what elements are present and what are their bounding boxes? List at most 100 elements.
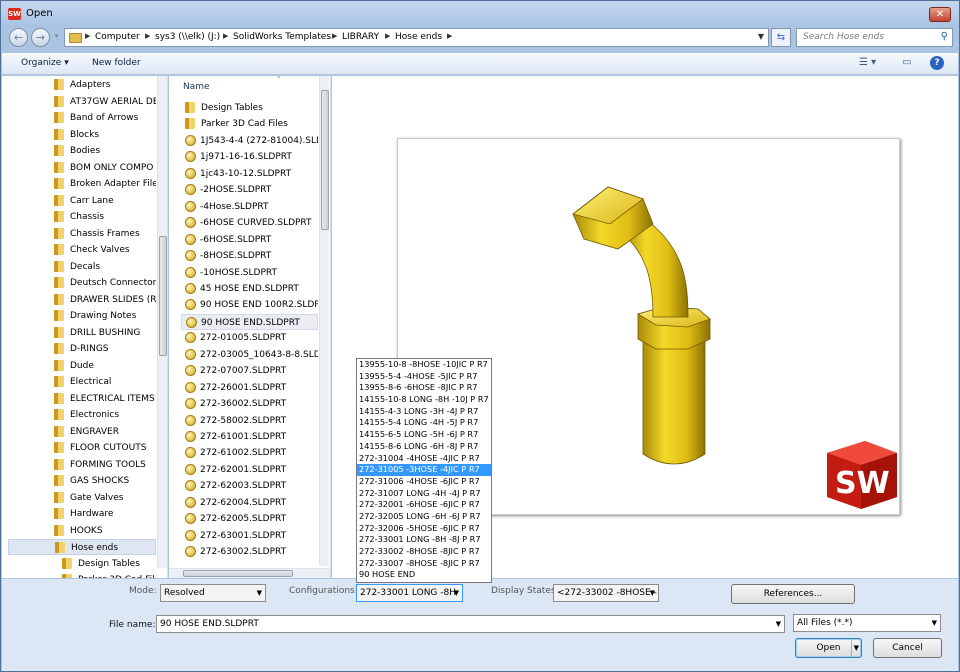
folder-tree-item[interactable]: Chassis Frames [54, 226, 156, 242]
file-list-item[interactable]: 45 HOSE END.SLDPRT [181, 281, 318, 297]
configuration-option[interactable]: 90 HOSE END [357, 569, 491, 581]
file-list-item[interactable]: -6HOSE CURVED.SLDPRT [181, 215, 318, 231]
folder-tree-item[interactable]: Electronics [54, 407, 156, 423]
chevron-right-icon[interactable]: ▶ [332, 32, 337, 40]
folder-tree-item[interactable]: Check Valves [54, 242, 156, 258]
breadcrumb-library[interactable]: LIBRARY [342, 32, 379, 42]
refresh-icon[interactable]: ⇆ [771, 28, 791, 47]
chevron-right-icon[interactable]: ▶ [223, 32, 228, 40]
folder-tree-item[interactable]: FLOOR CUTOUTS [54, 440, 156, 456]
open-button[interactable]: Open ▼ [795, 638, 862, 658]
file-list-item[interactable]: 272-63002.SLDPRT [181, 544, 318, 560]
chevron-right-icon[interactable]: ▶ [385, 32, 390, 40]
mode-select[interactable]: Resolved ▼ [160, 584, 266, 602]
file-list-item[interactable]: -4Hose.SLDPRT [181, 199, 318, 215]
file-list-item[interactable]: -8HOSE.SLDPRT [181, 248, 318, 264]
file-list-item[interactable]: -2HOSE.SLDPRT [181, 182, 318, 198]
configuration-option[interactable]: 272-33002 -8HOSE -8JIC P R7 [357, 546, 491, 558]
configuration-option[interactable]: 14155-4-3 LONG -3H -4J P R7 [357, 406, 491, 418]
file-list-folder[interactable]: Design Tables [181, 100, 318, 116]
file-list-item[interactable]: 90 HOSE END 100R2.SLDPRT [181, 297, 318, 313]
file-list-item[interactable]: 272-07007.SLDPRT [181, 363, 318, 379]
file-list-item[interactable]: 272-62005.SLDPRT [181, 511, 318, 527]
breadcrumb-computer[interactable]: Computer [95, 32, 140, 42]
recent-pages-chevron-icon[interactable]: ▾ [51, 28, 62, 47]
folder-tree-item[interactable]: Adapters [54, 77, 156, 93]
file-list-horizontal-scrollbar[interactable] [169, 568, 330, 578]
breadcrumb-hose-ends[interactable]: Hose ends [395, 32, 442, 42]
configurations-dropdown-list[interactable]: 13955-10-8 -8HOSE -10JIC P R7 13955-5-4 -… [356, 358, 492, 583]
configuration-option[interactable]: 272-32005 LONG -6H -6J P R7 [357, 511, 491, 523]
file-list-scroll-thumb[interactable] [321, 90, 329, 230]
folder-tree-item[interactable]: Broken Adapter Files [54, 176, 156, 192]
chevron-right-icon[interactable]: ▶ [447, 32, 452, 40]
address-bar[interactable]: ▶ Computer ▶ sys3 (\\elk) (J:) ▶ SolidWo… [64, 28, 769, 47]
folder-tree-item[interactable]: Deutsch Connectors [54, 275, 156, 291]
file-list-item[interactable]: 272-62003.SLDPRT [181, 478, 318, 494]
close-button[interactable]: ✕ [929, 7, 951, 22]
folder-tree-item[interactable]: Dude [54, 358, 156, 374]
configuration-option[interactable]: 14155-8-6 LONG -6H -8J P R7 [357, 441, 491, 453]
configuration-option[interactable]: 13955-8-6 -6HOSE -8JIC P R7 [357, 382, 491, 394]
configuration-option[interactable]: 14155-10-8 LONG -8H -10J P R7 [357, 394, 491, 406]
configuration-option[interactable]: 14155-6-5 LONG -5H -6J P R7 [357, 429, 491, 441]
configuration-option[interactable]: 272-33001 LONG -8H -8J P R7 [357, 534, 491, 546]
folder-tree-item[interactable]: Bodies [54, 143, 156, 159]
references-button[interactable]: References... [731, 584, 855, 604]
preview-pane-icon[interactable]: ▭ [902, 57, 911, 68]
file-list-item[interactable]: 272-62004.SLDPRT [181, 495, 318, 511]
file-list-item[interactable]: -10HOSE.SLDPRT [181, 265, 318, 281]
organize-button[interactable]: Organize ▾ [21, 58, 69, 68]
configurations-select[interactable]: 272-33001 LONG -8H ▼ [356, 584, 463, 602]
help-icon[interactable]: ? [930, 56, 944, 70]
file-list-item[interactable]: 272-61001.SLDPRT [181, 429, 318, 445]
folder-tree-item[interactable]: Decals [54, 259, 156, 275]
search-input[interactable]: Search Hose ends ⚲ [796, 28, 953, 47]
configuration-option[interactable]: 272-32001 -6HOSE -6JIC P R7 [357, 499, 491, 511]
folder-tree-item[interactable]: ELECTRICAL ITEMS [54, 391, 156, 407]
folder-tree-item[interactable]: Chassis [54, 209, 156, 225]
folder-tree-item[interactable]: AT37GW AERIAL DEV [54, 94, 156, 110]
folder-tree-scrollbar[interactable] [157, 76, 167, 568]
folder-tree-item[interactable]: FORMING TOOLS [54, 457, 156, 473]
file-list-item[interactable]: 272-58002.SLDPRT [181, 413, 318, 429]
folder-tree-item[interactable]: BOM ONLY COMPO [54, 160, 156, 176]
file-list-item[interactable]: 1jc43-10-12.SLDPRT [181, 166, 318, 182]
file-list-item[interactable]: -6HOSE.SLDPRT [181, 232, 318, 248]
folder-tree-scroll-thumb[interactable] [159, 236, 167, 356]
folder-tree-item[interactable]: HOOKS [54, 523, 156, 539]
chevron-right-icon[interactable]: ▶ [145, 32, 150, 40]
file-list-item[interactable]: 272-63001.SLDPRT [181, 528, 318, 544]
file-list-item[interactable]: 1J543-4-4 (272-81004).SLDPRT [181, 133, 318, 149]
file-name-input[interactable]: 90 HOSE END.SLDPRT ▼ [156, 615, 785, 633]
folder-tree-item[interactable]: DRILL BUSHING [54, 325, 156, 341]
file-list-item[interactable]: 272-26001.SLDPRT [181, 380, 318, 396]
folder-tree-item[interactable]: Electrical [54, 374, 156, 390]
file-list-scrollbar[interactable] [319, 76, 329, 566]
configuration-option[interactable]: 13955-5-4 -4HOSE -5JIC P R7 [357, 371, 491, 383]
chevron-right-icon[interactable]: ▶ [85, 32, 90, 40]
forward-arrow-icon[interactable]: → [31, 28, 50, 47]
folder-tree-item[interactable]: GAS SHOCKS [54, 473, 156, 489]
configuration-option[interactable]: 272-32006 -5HOSE -6JIC P R7 [357, 523, 491, 535]
horizontal-scroll-thumb[interactable] [183, 570, 293, 577]
folder-tree-item[interactable]: Hose ends [8, 539, 156, 555]
back-arrow-icon[interactable]: ← [9, 28, 28, 47]
open-options-chevron-icon[interactable]: ▼ [850, 639, 859, 657]
breadcrumb-solidworks-templates[interactable]: SolidWorks Templates [233, 32, 331, 42]
display-states-select[interactable]: <272-33002 -8HOSE - ▼ [553, 584, 659, 602]
configuration-option[interactable]: 272-31004 -4HOSE -4JIC P R7 [357, 453, 491, 465]
file-list-item[interactable]: 90 HOSE END.SLDPRT [181, 313, 318, 330]
folder-tree-item[interactable]: Band of Arrows [54, 110, 156, 126]
folder-tree-subitem[interactable]: Design Tables [62, 556, 156, 572]
configuration-option[interactable]: 13955-10-8 -8HOSE -10JIC P R7 [357, 359, 491, 371]
folder-tree-item[interactable]: Hardware [54, 506, 156, 522]
folder-tree-item[interactable]: D-RINGS [54, 341, 156, 357]
configuration-option[interactable]: 272-33007 -8HOSE -8JIC P R7 [357, 558, 491, 570]
name-column-header[interactable]: Name [183, 82, 210, 92]
address-dropdown-icon[interactable]: ▼ [758, 32, 764, 41]
configuration-option[interactable]: 272-31006 -4HOSE -6JIC P R7 [357, 476, 491, 488]
folder-tree-item[interactable]: Gate Valves [54, 490, 156, 506]
file-type-select[interactable]: All Files (*.*) ▼ [793, 614, 941, 632]
file-list-item[interactable]: 272-61002.SLDPRT [181, 445, 318, 461]
